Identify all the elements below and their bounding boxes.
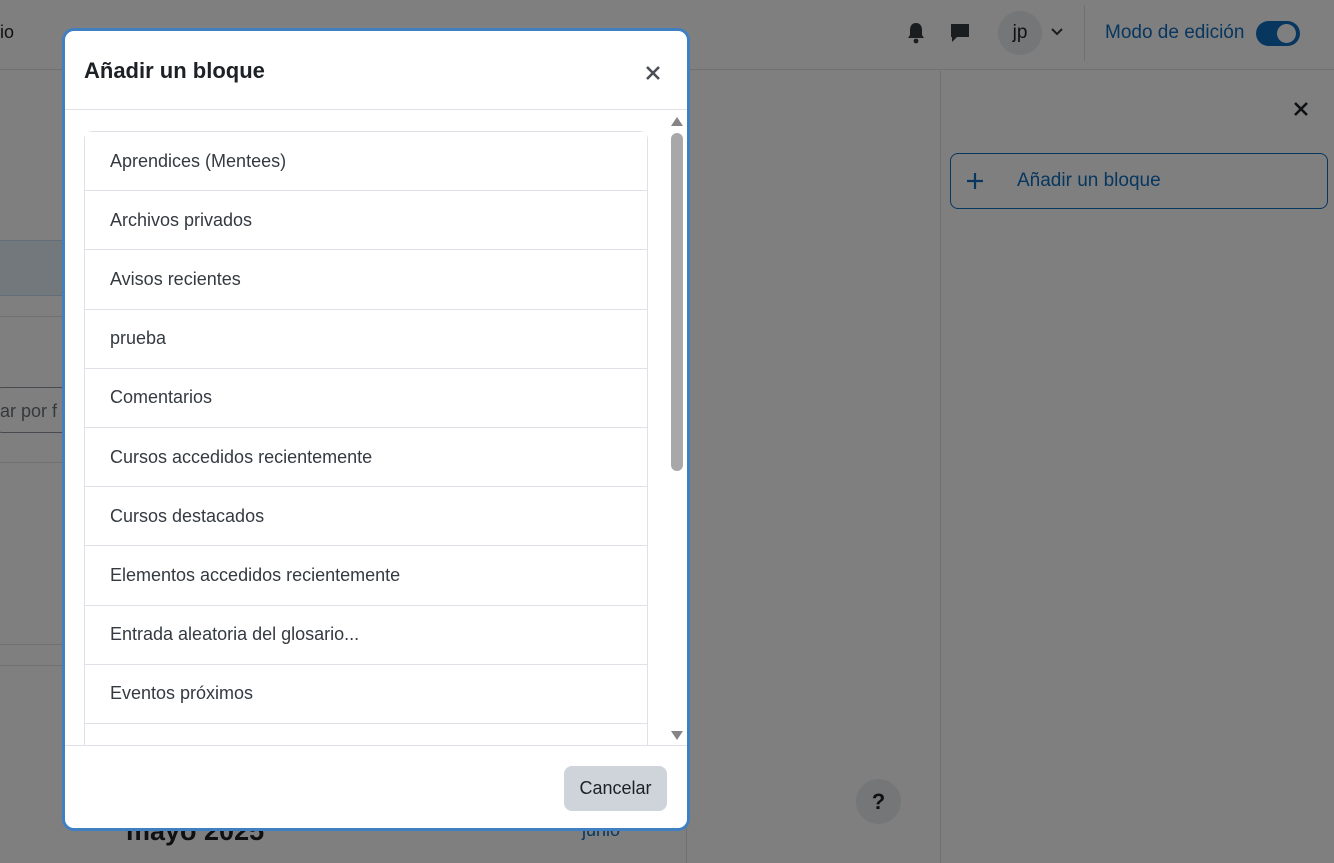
list-item[interactable]: Archivos privados	[85, 191, 647, 251]
scroll-thumb[interactable]	[671, 133, 683, 471]
cancel-button[interactable]: Cancelar	[564, 766, 667, 811]
list-item[interactable]	[85, 723, 647, 745]
list-item[interactable]: Elementos accedidos recientemente	[85, 546, 647, 606]
modal-footer: Cancelar	[65, 745, 687, 828]
scroll-down-arrow[interactable]	[671, 731, 683, 740]
list-item[interactable]: Cursos accedidos recientemente	[85, 427, 647, 488]
list-item[interactable]: Eventos próximos	[85, 664, 647, 724]
list-item[interactable]: prueba	[85, 309, 647, 369]
modal-title: Añadir un bloque	[84, 58, 265, 83]
block-list: Aprendices (Mentees) Archivos privados A…	[84, 131, 648, 745]
list-item[interactable]: Cursos destacados	[85, 487, 647, 547]
list-item[interactable]: Aprendices (Mentees)	[85, 132, 647, 192]
modal-body: Aprendices (Mentees) Archivos privados A…	[65, 111, 687, 745]
list-item[interactable]: Comentarios	[85, 368, 647, 428]
close-icon[interactable]	[643, 63, 663, 83]
list-item[interactable]: Avisos recientes	[85, 250, 647, 310]
scroll-up-arrow[interactable]	[671, 117, 683, 126]
list-scrollbar[interactable]	[669, 111, 685, 745]
add-block-modal: Añadir un bloque Aprendices (Mentees) Ar…	[62, 28, 690, 831]
modal-header: Añadir un bloque	[65, 31, 687, 110]
list-item[interactable]: Entrada aleatoria del glosario...	[85, 605, 647, 665]
